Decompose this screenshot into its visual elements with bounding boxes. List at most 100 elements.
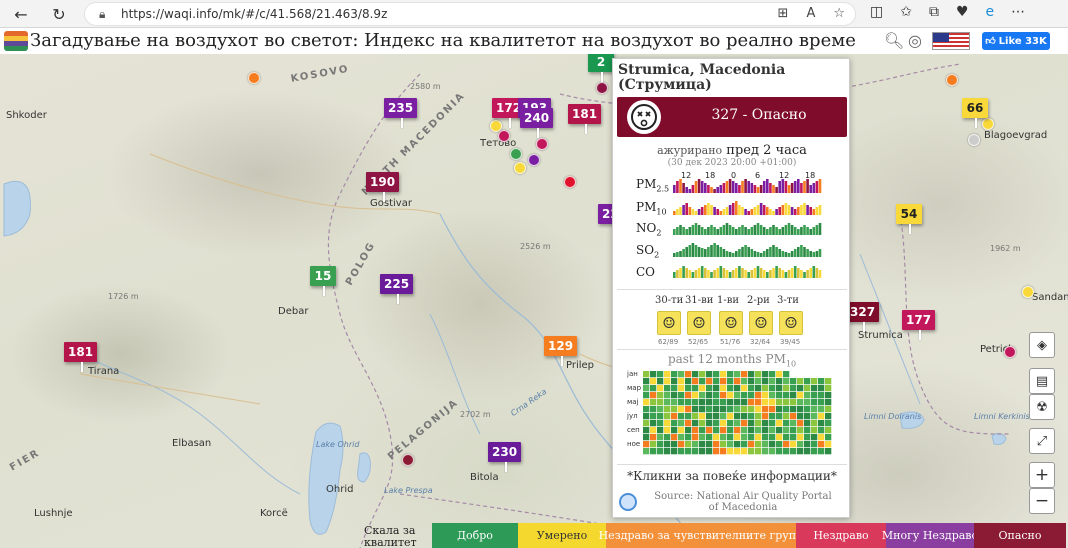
station-popup[interactable]: Strumica, Macedonia (Струмица) 327 - Опа… [612, 58, 850, 518]
history-bar [812, 252, 816, 257]
pollutant-label[interactable]: PM10 [636, 200, 667, 216]
legend-item[interactable]: Нездраво [796, 523, 886, 548]
heatmap-cell [706, 378, 713, 385]
heatmap-cell [776, 427, 783, 434]
history-bar [778, 268, 781, 278]
font-icon[interactable]: A [806, 6, 815, 21]
url-text[interactable]: https://waqi.info/mk/#/c/41.568/21.463/8… [121, 7, 387, 21]
history-bar [778, 181, 781, 193]
fullscreen-button[interactable]: ⤢ [1029, 428, 1055, 454]
history-bar [679, 179, 682, 193]
smiley-face-icon[interactable]: ☺ [749, 311, 773, 335]
legend-item[interactable]: Умерено [518, 523, 606, 548]
station-dot[interactable] [1004, 346, 1016, 358]
aqi-marker[interactable]: 230 [488, 442, 522, 472]
smiley-face-icon[interactable]: ☺ [779, 311, 803, 335]
map[interactable]: Shkoder NORTH MACEDONIA Тетово Gostivar … [0, 54, 1068, 548]
smiley-face-icon[interactable]: ☺ [719, 311, 743, 335]
station-dot[interactable] [402, 454, 414, 466]
history-bar [818, 249, 822, 257]
read-aloud-icon[interactable]: ⊞ [778, 6, 789, 21]
source-text[interactable]: Source: National Air Quality Portal of M… [653, 491, 833, 513]
legend-item[interactable]: Многу Нездраво [882, 523, 978, 548]
station-dot[interactable] [528, 154, 540, 166]
back-icon[interactable]: ← [10, 3, 32, 25]
station-dot[interactable] [982, 118, 994, 130]
history-bar [722, 225, 726, 235]
heatmap-cell [727, 371, 734, 378]
heatmap-cell [671, 378, 678, 385]
history-bar [818, 270, 822, 278]
zoom-out-button[interactable]: − [1029, 488, 1055, 514]
address-bar[interactable]: 🔒︎ https://waqi.info/mk/#/c/41.568/21.46… [84, 2, 856, 26]
collections-icon[interactable]: ⧉ [929, 4, 939, 20]
heatmap-cell [678, 392, 685, 399]
legend-item[interactable]: Нездраво за чувствителните групи [599, 523, 803, 548]
pollutant-label[interactable]: NO2 [636, 221, 661, 237]
heatmap-cell [776, 371, 783, 378]
source-logo[interactable] [619, 493, 637, 511]
more-info-link[interactable]: *Кликни за повеќе информации* [613, 469, 851, 483]
station-dot[interactable] [968, 134, 980, 146]
search-icon[interactable]: 🔍︎ [884, 31, 904, 50]
split-screen-icon[interactable]: ◫ [870, 4, 883, 20]
history-bar [728, 205, 732, 215]
aqi-marker[interactable]: 181 [568, 104, 602, 134]
aqi-marker[interactable]: 66 [962, 98, 988, 128]
aqi-marker[interactable]: 15 [310, 266, 336, 296]
pollutant-history-bars[interactable] [673, 177, 823, 283]
map-style-button[interactable]: ▤ [1029, 368, 1055, 394]
station-dot[interactable] [498, 130, 510, 142]
heatmap-cell [713, 371, 720, 378]
favorites-icon[interactable]: ✩ [900, 4, 912, 20]
aqi-marker[interactable]: 235 [384, 98, 418, 128]
smiley-face-icon[interactable]: ☺ [657, 311, 681, 335]
station-dot[interactable] [514, 162, 526, 174]
pollutant-label[interactable]: PM2.5 [636, 177, 669, 193]
pollutant-button[interactable]: ☢ [1029, 394, 1055, 420]
aqi-marker[interactable]: 225 [380, 274, 414, 304]
lock-icon[interactable]: 🔒︎ [99, 7, 105, 22]
aqi-marker[interactable]: 2 [588, 54, 614, 82]
language-flag[interactable] [932, 32, 970, 50]
heatmap-cell [804, 392, 811, 399]
waqi-logo[interactable] [4, 31, 28, 51]
star-icon[interactable]: ☆ [833, 6, 845, 21]
aqi-marker[interactable]: 129 [544, 336, 578, 366]
location-icon[interactable]: ◎ [908, 31, 922, 50]
legend-item[interactable]: Добро [432, 523, 518, 548]
legend-item[interactable]: Опасно [974, 523, 1066, 548]
history-bar [710, 205, 713, 215]
edge-icon[interactable]: e [986, 4, 995, 20]
smiley-face-icon[interactable]: ☺ [687, 311, 711, 335]
station-dot[interactable] [946, 74, 958, 86]
station-dot[interactable] [248, 72, 260, 84]
heatmap-cell [720, 385, 727, 392]
aqi-marker[interactable]: 190 [366, 172, 400, 202]
aqi-marker[interactable]: 177 [902, 310, 936, 340]
aqi-marker[interactable]: 54 [896, 204, 922, 234]
station-dot[interactable] [596, 82, 608, 94]
more-icon[interactable]: ⋯ [1011, 4, 1025, 20]
aqi-marker[interactable]: 327 [846, 302, 880, 332]
history-bar [809, 251, 812, 257]
facebook-like-button[interactable]: 👍︎ Like 33K [982, 32, 1050, 50]
pollutant-label[interactable]: SO2 [636, 243, 659, 259]
station-dot[interactable] [536, 138, 548, 150]
zoom-in-button[interactable]: + [1029, 462, 1055, 488]
heatmap-cell [741, 399, 748, 406]
station-dot[interactable] [510, 148, 522, 160]
pollutant-label[interactable]: CO [636, 265, 655, 279]
thumbs-up-icon: 👍︎ [985, 36, 996, 47]
extensions-icon[interactable]: ♥ [956, 4, 969, 20]
reload-icon[interactable]: ↻ [48, 3, 70, 25]
aqi-marker[interactable]: 240 [520, 108, 554, 138]
heatmap-cell [755, 399, 762, 406]
layers-button[interactable]: ◈ [1029, 332, 1055, 358]
station-dot[interactable] [1022, 286, 1034, 298]
heatmap-cell [741, 371, 748, 378]
past-year-heatmap[interactable] [643, 371, 833, 459]
station-title[interactable]: Strumica, Macedonia (Струмица) [618, 63, 849, 93]
aqi-marker[interactable]: 181 [64, 342, 98, 372]
station-dot[interactable] [564, 176, 576, 188]
